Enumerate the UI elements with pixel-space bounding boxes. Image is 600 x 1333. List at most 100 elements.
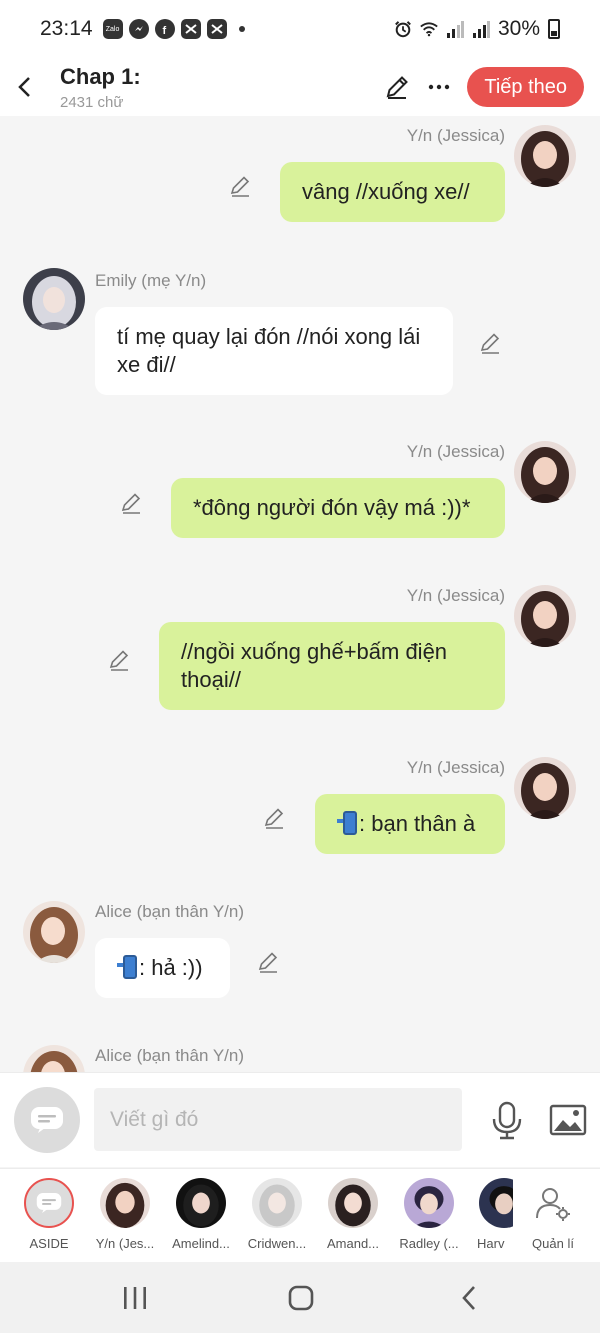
avatar[interactable] xyxy=(514,125,576,187)
microphone-icon xyxy=(492,1101,522,1140)
insert-image-button[interactable] xyxy=(549,1101,587,1139)
battery-icon xyxy=(548,19,560,39)
message-bubble[interactable]: vâng //xuống xe// xyxy=(280,162,505,222)
recent-apps-button[interactable] xyxy=(120,1284,150,1312)
character-item[interactable]: Amand... xyxy=(315,1178,391,1251)
avatar xyxy=(100,1178,150,1228)
edit-message-button[interactable] xyxy=(263,806,287,830)
manage-icon-wrap xyxy=(528,1178,578,1228)
character-label: ASIDE xyxy=(29,1236,69,1251)
home-button[interactable] xyxy=(286,1284,316,1312)
pencil-icon xyxy=(386,76,409,99)
character-label: Quản lí xyxy=(532,1236,574,1251)
message-text: : hả :)) xyxy=(139,955,203,980)
edit-button[interactable] xyxy=(377,67,417,107)
messenger-icon xyxy=(128,19,149,39)
character-label: Radley (... xyxy=(399,1236,459,1251)
mobile-phone-arrow-icon xyxy=(337,811,357,835)
word-count: 2431 chữ xyxy=(60,93,124,111)
page-title: Chap 1: xyxy=(60,63,141,89)
message-text: : bạn thân à xyxy=(359,811,476,836)
next-chapter-button[interactable]: Tiếp theo xyxy=(467,67,584,107)
avatar[interactable] xyxy=(23,901,85,963)
character-label: Y/n (Jes... xyxy=(95,1236,155,1251)
character-label: Amelind... xyxy=(172,1236,230,1251)
avatar xyxy=(176,1178,226,1228)
chat-thread[interactable]: Y/n (Jessica) vâng //xuống xe// Emily (m… xyxy=(0,116,600,1072)
edit-message-button[interactable] xyxy=(479,331,503,355)
message-bubble[interactable]: *đông người đón vậy má :))* xyxy=(171,478,505,538)
edit-message-button[interactable] xyxy=(120,491,144,515)
voice-input-button[interactable] xyxy=(487,1100,527,1140)
facebook-icon: f xyxy=(154,19,175,39)
chevron-left-icon xyxy=(462,1286,475,1310)
recents-icon xyxy=(124,1287,146,1309)
character-label: Amand... xyxy=(326,1236,380,1251)
notification-icons: Zalo f xyxy=(102,19,245,39)
battery-percent: 30% xyxy=(497,17,540,40)
aside-avatar xyxy=(24,1178,74,1228)
message-bubble[interactable]: : hả :)) xyxy=(95,938,230,998)
character-selector: ASIDE Y/n (Jes... Amelind... Cridwen... … xyxy=(0,1168,600,1262)
character-item[interactable]: Cridwen... xyxy=(239,1178,315,1251)
character-item[interactable]: Amelind... xyxy=(163,1178,239,1251)
character-item[interactable]: Y/n (Jes... xyxy=(87,1178,163,1251)
sender-name: Alice (bạn thân Y/n) xyxy=(95,902,244,921)
signal-icon xyxy=(472,21,490,38)
user-settings-icon xyxy=(536,1188,570,1221)
mobile-phone-arrow-icon xyxy=(117,955,137,979)
status-time: 23:14 xyxy=(40,17,93,40)
edit-message-button[interactable] xyxy=(257,950,281,974)
composer-bar xyxy=(0,1072,600,1167)
chevron-left-icon xyxy=(18,77,30,97)
more-options-button[interactable] xyxy=(419,67,459,107)
capcut-icon xyxy=(180,19,201,39)
chapter-title-block: Chap 1: 2431 chữ xyxy=(60,64,141,111)
alarm-icon xyxy=(395,21,411,38)
pencil-icon xyxy=(480,333,500,354)
sender-name: Y/n (Jessica) xyxy=(406,126,505,145)
avatar[interactable] xyxy=(23,268,85,330)
message-input[interactable] xyxy=(94,1088,462,1151)
avatar xyxy=(404,1178,454,1228)
system-back-button[interactable] xyxy=(455,1284,485,1312)
status-bar: 23:14 Zalo f 30% xyxy=(0,0,600,58)
sender-name: Y/n (Jessica) xyxy=(406,758,505,777)
sender-name: Y/n (Jessica) xyxy=(406,586,505,605)
home-icon xyxy=(288,1285,314,1311)
avatar[interactable] xyxy=(23,1045,85,1072)
image-icon xyxy=(549,1104,587,1136)
back-button[interactable] xyxy=(0,62,50,112)
sender-name: Alice (bạn thân Y/n) xyxy=(95,1046,244,1065)
chat-bubble-icon xyxy=(36,1193,62,1213)
avatar[interactable] xyxy=(514,585,576,647)
avatar xyxy=(252,1178,302,1228)
chat-bubble-icon xyxy=(31,1107,63,1133)
edit-message-button[interactable] xyxy=(108,648,132,672)
message-bubble[interactable]: tí mẹ quay lại đón //nói xong lái xe đi/… xyxy=(95,307,453,395)
character-item[interactable]: Radley (... xyxy=(391,1178,467,1251)
character-item[interactable]: Harv xyxy=(467,1178,513,1251)
zalo-icon: Zalo xyxy=(102,19,123,39)
avatar[interactable] xyxy=(514,757,576,819)
pencil-icon xyxy=(258,952,278,973)
pencil-icon xyxy=(121,493,141,514)
aside-toggle-button[interactable] xyxy=(14,1087,80,1153)
more-horizontal-icon xyxy=(429,84,450,90)
svg-text:f: f xyxy=(162,25,166,35)
wifi-icon xyxy=(420,22,438,37)
manage-characters-button[interactable]: Quản lí xyxy=(515,1178,591,1251)
edit-message-button[interactable] xyxy=(229,174,253,198)
pencil-icon xyxy=(264,808,284,829)
message-bubble[interactable]: //ngồi xuống ghế+bấm điện thoại// xyxy=(159,622,505,710)
character-label: Harv xyxy=(477,1236,505,1251)
avatar xyxy=(328,1178,378,1228)
avatar[interactable] xyxy=(514,441,576,503)
top-app-bar: Chap 1: 2431 chữ Tiếp theo xyxy=(0,58,600,116)
message-bubble[interactable]: : bạn thân à xyxy=(315,794,505,854)
more-notifications-dot xyxy=(238,26,245,32)
character-aside[interactable]: ASIDE xyxy=(11,1178,87,1251)
pencil-icon xyxy=(109,650,129,671)
sender-name: Y/n (Jessica) xyxy=(406,442,505,461)
avatar xyxy=(479,1178,513,1228)
